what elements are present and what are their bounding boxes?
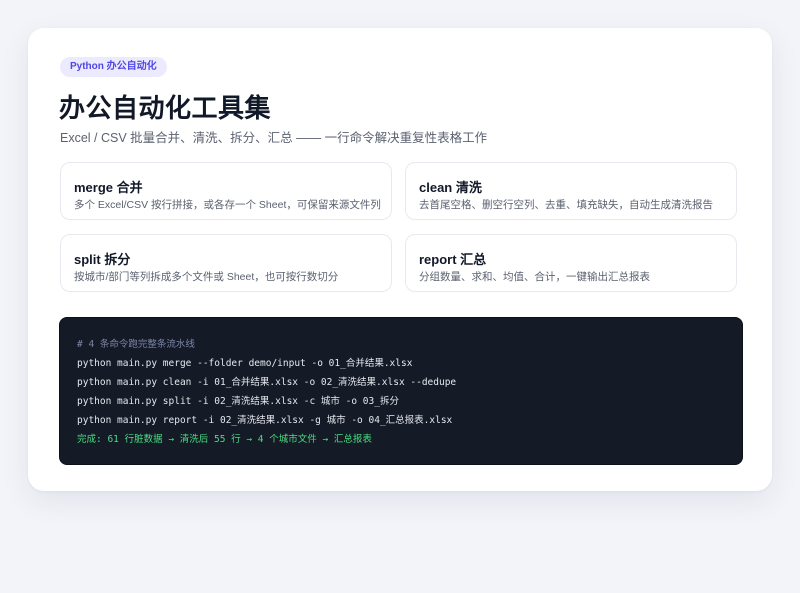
main-card: Python 办公自动化 办公自动化工具集 Excel / CSV 批量合并、清…: [28, 28, 772, 491]
feature-description: 分组数量、求和、均值、合计，一键输出汇总报表: [419, 271, 650, 283]
feature-description: 去首尾空格、删空行空列、去重、填充缺失，自动生成清洗报告: [419, 199, 713, 211]
page-title: 办公自动化工具集: [59, 93, 272, 123]
feature-card-report: report 汇总 分组数量、求和、均值、合计，一键输出汇总报表: [405, 234, 737, 292]
feature-description: 按城市/部门等列拆成多个文件或 Sheet，也可按行数切分: [74, 271, 339, 283]
feature-card-merge: merge 合并 多个 Excel/CSV 按行拼接，或各存一个 Sheet，可…: [60, 162, 392, 220]
feature-card-clean: clean 清洗 去首尾空格、删空行空列、去重、填充缺失，自动生成清洗报告: [405, 162, 737, 220]
feature-title: report 汇总: [419, 252, 487, 267]
feature-description: 多个 Excel/CSV 按行拼接，或各存一个 Sheet，可保留来源文件列: [74, 199, 381, 211]
terminal-command-report: python main.py report -i 02_清洗结果.xlsx -g…: [77, 415, 453, 426]
terminal-command-clean: python main.py clean -i 01_合并结果.xlsx -o …: [77, 377, 457, 388]
feature-title: split 拆分: [74, 252, 131, 267]
terminal-command-split: python main.py split -i 02_清洗结果.xlsx -c …: [77, 396, 399, 407]
category-badge: Python 办公自动化: [60, 57, 167, 77]
terminal-command-merge: python main.py merge --folder demo/input…: [77, 358, 413, 369]
feature-title: clean 清洗: [419, 180, 482, 195]
terminal-comment-line: # 4 条命令跑完整条流水线: [77, 339, 195, 350]
terminal-code-block: # 4 条命令跑完整条流水线 python main.py merge --fo…: [59, 317, 743, 465]
feature-card-split: split 拆分 按城市/部门等列拆成多个文件或 Sheet，也可按行数切分: [60, 234, 392, 292]
feature-title: merge 合并: [74, 180, 143, 195]
page-subtitle: Excel / CSV 批量合并、清洗、拆分、汇总 —— 一行命令解决重复性表格…: [60, 131, 488, 145]
terminal-success-line: 完成: 61 行脏数据 → 清洗后 55 行 → 4 个城市文件 → 汇总报表: [77, 434, 372, 445]
